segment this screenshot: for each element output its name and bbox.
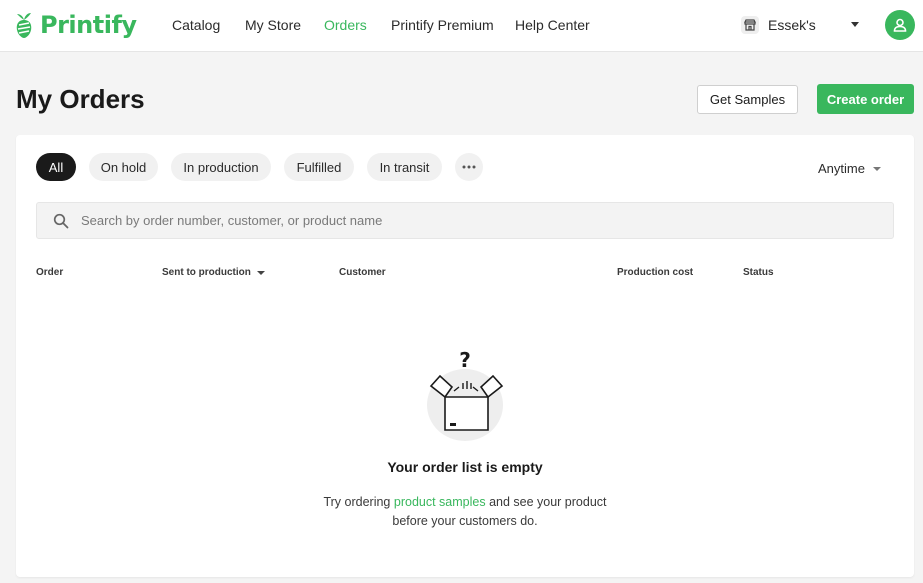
store-name: Essek's [768,17,816,33]
search-icon [53,213,69,229]
empty-state-title: Your order list is empty [387,459,543,475]
user-avatar[interactable] [885,10,915,40]
top-navbar: Printify Catalog My Store Orders Printif… [0,0,923,52]
search-input[interactable] [81,203,881,238]
empty-state-text: Try ordering [323,495,394,509]
orders-card: All On hold In production Fulfilled In t… [16,135,914,577]
date-filter-value: Anytime [818,161,865,176]
printify-logo[interactable]: Printify [14,10,137,40]
create-order-button[interactable]: Create order [817,84,914,114]
column-header-label: Sent to production [162,267,251,278]
empty-state-text: before your customers do. [392,514,538,528]
empty-state-text: and see your product [485,495,607,509]
filter-chip-on-hold[interactable]: On hold [89,153,158,181]
nav-item-orders[interactable]: Orders [324,17,367,33]
search-bar [36,202,894,239]
storefront-icon [741,16,759,34]
get-samples-button[interactable]: Get Samples [697,85,798,114]
column-header-production-cost[interactable]: Production cost [617,267,693,278]
empty-box-question-icon: ? [427,348,504,441]
column-header-customer[interactable]: Customer [339,267,386,278]
nav-item-help-center[interactable]: Help Center [515,17,590,33]
date-filter-dropdown[interactable]: Anytime [818,161,881,176]
empty-state-description: Try ordering product samples and see you… [16,493,914,531]
column-header-order[interactable]: Order [36,267,63,278]
store-selector[interactable]: Essek's [740,13,816,37]
user-icon [893,18,907,32]
nav-item-printify-premium[interactable]: Printify Premium [391,17,494,33]
product-samples-link[interactable]: product samples [394,495,486,509]
svg-text:?: ? [459,348,471,372]
page-title: My Orders [16,84,145,114]
column-header-status[interactable]: Status [743,267,774,278]
printify-logo-icon [16,13,32,38]
chevron-down-icon [872,166,881,171]
column-header-sent-to-production[interactable]: Sent to production [162,267,265,278]
brand-name: Printify [40,11,137,39]
filter-chip-in-transit[interactable]: In transit [367,153,442,181]
more-filters-button[interactable] [455,153,483,181]
chevron-down-icon[interactable] [851,22,859,27]
nav-item-catalog[interactable]: Catalog [172,17,220,33]
more-horizontal-icon [462,165,476,169]
filter-chip-fulfilled[interactable]: Fulfilled [284,153,354,181]
filter-chip-in-production[interactable]: In production [171,153,271,181]
filter-chip-all[interactable]: All [36,153,76,181]
nav-item-my-store[interactable]: My Store [245,17,301,33]
sort-down-icon [256,270,265,275]
